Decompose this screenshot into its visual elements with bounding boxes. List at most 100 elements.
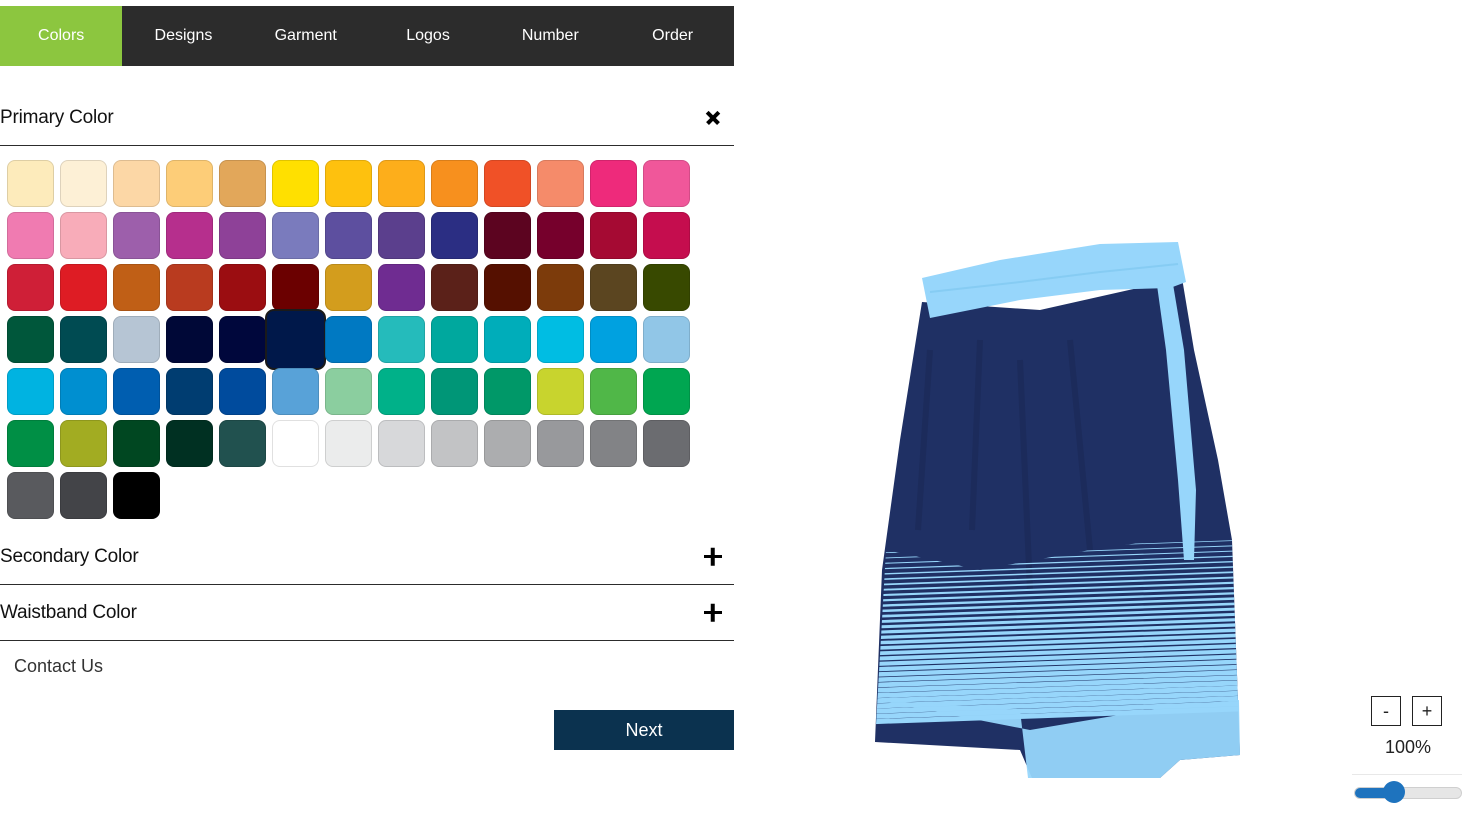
- color-swatch[interactable]: [272, 160, 319, 207]
- plus-icon[interactable]: [702, 602, 724, 624]
- color-swatch[interactable]: [590, 368, 637, 415]
- color-swatch[interactable]: [7, 368, 54, 415]
- color-swatch[interactable]: [590, 264, 637, 311]
- color-swatch[interactable]: [219, 368, 266, 415]
- color-swatch[interactable]: [325, 212, 372, 259]
- tab-garment[interactable]: Garment: [245, 6, 367, 66]
- color-swatch[interactable]: [166, 420, 213, 467]
- color-swatch[interactable]: [7, 160, 54, 207]
- zoom-in-button[interactable]: +: [1412, 696, 1442, 726]
- color-swatch[interactable]: [166, 368, 213, 415]
- color-swatch[interactable]: [378, 316, 425, 363]
- color-swatch[interactable]: [484, 264, 531, 311]
- color-swatch[interactable]: [325, 264, 372, 311]
- color-swatch[interactable]: [484, 368, 531, 415]
- color-swatch[interactable]: [431, 316, 478, 363]
- primary-color-header[interactable]: Primary Color: [0, 90, 734, 146]
- color-swatch[interactable]: [272, 368, 319, 415]
- zoom-out-button[interactable]: -: [1371, 696, 1401, 726]
- color-swatch[interactable]: [484, 316, 531, 363]
- color-swatch[interactable]: [113, 368, 160, 415]
- color-swatch[interactable]: [643, 264, 690, 311]
- tab-designs[interactable]: Designs: [122, 6, 244, 66]
- tab-logos[interactable]: Logos: [367, 6, 489, 66]
- color-swatch[interactable]: [537, 420, 584, 467]
- color-swatch[interactable]: [7, 420, 54, 467]
- color-swatch[interactable]: [590, 316, 637, 363]
- color-swatch[interactable]: [60, 316, 107, 363]
- color-swatch[interactable]: [643, 212, 690, 259]
- color-swatch[interactable]: [166, 316, 213, 363]
- color-swatch[interactable]: [484, 212, 531, 259]
- color-swatch[interactable]: [643, 316, 690, 363]
- color-swatch[interactable]: [60, 368, 107, 415]
- color-swatch[interactable]: [7, 264, 54, 311]
- color-swatch[interactable]: [7, 316, 54, 363]
- color-swatch[interactable]: [219, 420, 266, 467]
- color-swatch[interactable]: [325, 160, 372, 207]
- color-swatch[interactable]: [378, 420, 425, 467]
- color-swatch[interactable]: [537, 316, 584, 363]
- color-swatch[interactable]: [272, 212, 319, 259]
- color-swatch[interactable]: [484, 420, 531, 467]
- zoom-slider-track[interactable]: [1354, 787, 1462, 799]
- color-swatch[interactable]: [60, 472, 107, 519]
- color-swatch[interactable]: [113, 160, 160, 207]
- tab-number[interactable]: Number: [489, 6, 611, 66]
- color-swatch[interactable]: [537, 160, 584, 207]
- color-swatch[interactable]: [60, 212, 107, 259]
- color-swatch[interactable]: [113, 316, 160, 363]
- color-swatch[interactable]: [378, 160, 425, 207]
- waistband-color-header[interactable]: Waistband Color: [0, 585, 734, 641]
- color-swatch[interactable]: [537, 368, 584, 415]
- color-swatch[interactable]: [219, 160, 266, 207]
- color-swatch[interactable]: [378, 212, 425, 259]
- shorts-preview[interactable]: [860, 230, 1260, 790]
- zoom-slider-thumb[interactable]: [1382, 781, 1405, 803]
- color-swatch[interactable]: [590, 212, 637, 259]
- color-swatch[interactable]: [431, 264, 478, 311]
- color-swatch[interactable]: [7, 472, 54, 519]
- color-swatch[interactable]: [219, 316, 266, 363]
- color-swatch[interactable]: [590, 160, 637, 207]
- color-swatch[interactable]: [325, 316, 372, 363]
- secondary-color-header[interactable]: Secondary Color: [0, 529, 734, 585]
- color-swatch[interactable]: [537, 264, 584, 311]
- color-swatch[interactable]: [60, 264, 107, 311]
- color-swatch[interactable]: [166, 212, 213, 259]
- color-swatch[interactable]: [166, 160, 213, 207]
- color-swatch[interactable]: [643, 368, 690, 415]
- color-swatch[interactable]: [378, 368, 425, 415]
- close-icon[interactable]: [702, 107, 724, 129]
- color-swatch[interactable]: [431, 212, 478, 259]
- color-swatch[interactable]: [113, 264, 160, 311]
- color-swatch[interactable]: [643, 420, 690, 467]
- tab-colors[interactable]: Colors: [0, 6, 123, 66]
- color-swatch[interactable]: [272, 264, 319, 311]
- color-swatch[interactable]: [431, 160, 478, 207]
- color-swatch[interactable]: [265, 309, 326, 370]
- color-swatch[interactable]: [325, 368, 372, 415]
- color-swatch[interactable]: [431, 368, 478, 415]
- color-swatch[interactable]: [113, 420, 160, 467]
- color-swatch[interactable]: [643, 160, 690, 207]
- color-swatch[interactable]: [60, 160, 107, 207]
- color-swatch[interactable]: [325, 420, 372, 467]
- color-swatch[interactable]: [378, 264, 425, 311]
- color-swatch[interactable]: [431, 420, 478, 467]
- tab-order[interactable]: Order: [611, 6, 733, 66]
- color-swatch[interactable]: [113, 212, 160, 259]
- color-swatch[interactable]: [219, 264, 266, 311]
- color-swatch[interactable]: [590, 420, 637, 467]
- color-swatch[interactable]: [113, 472, 160, 519]
- plus-icon[interactable]: [702, 546, 724, 568]
- color-swatch[interactable]: [484, 160, 531, 207]
- color-swatch[interactable]: [219, 212, 266, 259]
- color-swatch[interactable]: [166, 264, 213, 311]
- contact-us-link[interactable]: Contact Us: [14, 656, 103, 677]
- color-swatch[interactable]: [537, 212, 584, 259]
- color-swatch[interactable]: [7, 212, 54, 259]
- color-swatch[interactable]: [60, 420, 107, 467]
- next-button[interactable]: Next: [554, 710, 734, 750]
- color-swatch[interactable]: [272, 420, 319, 467]
